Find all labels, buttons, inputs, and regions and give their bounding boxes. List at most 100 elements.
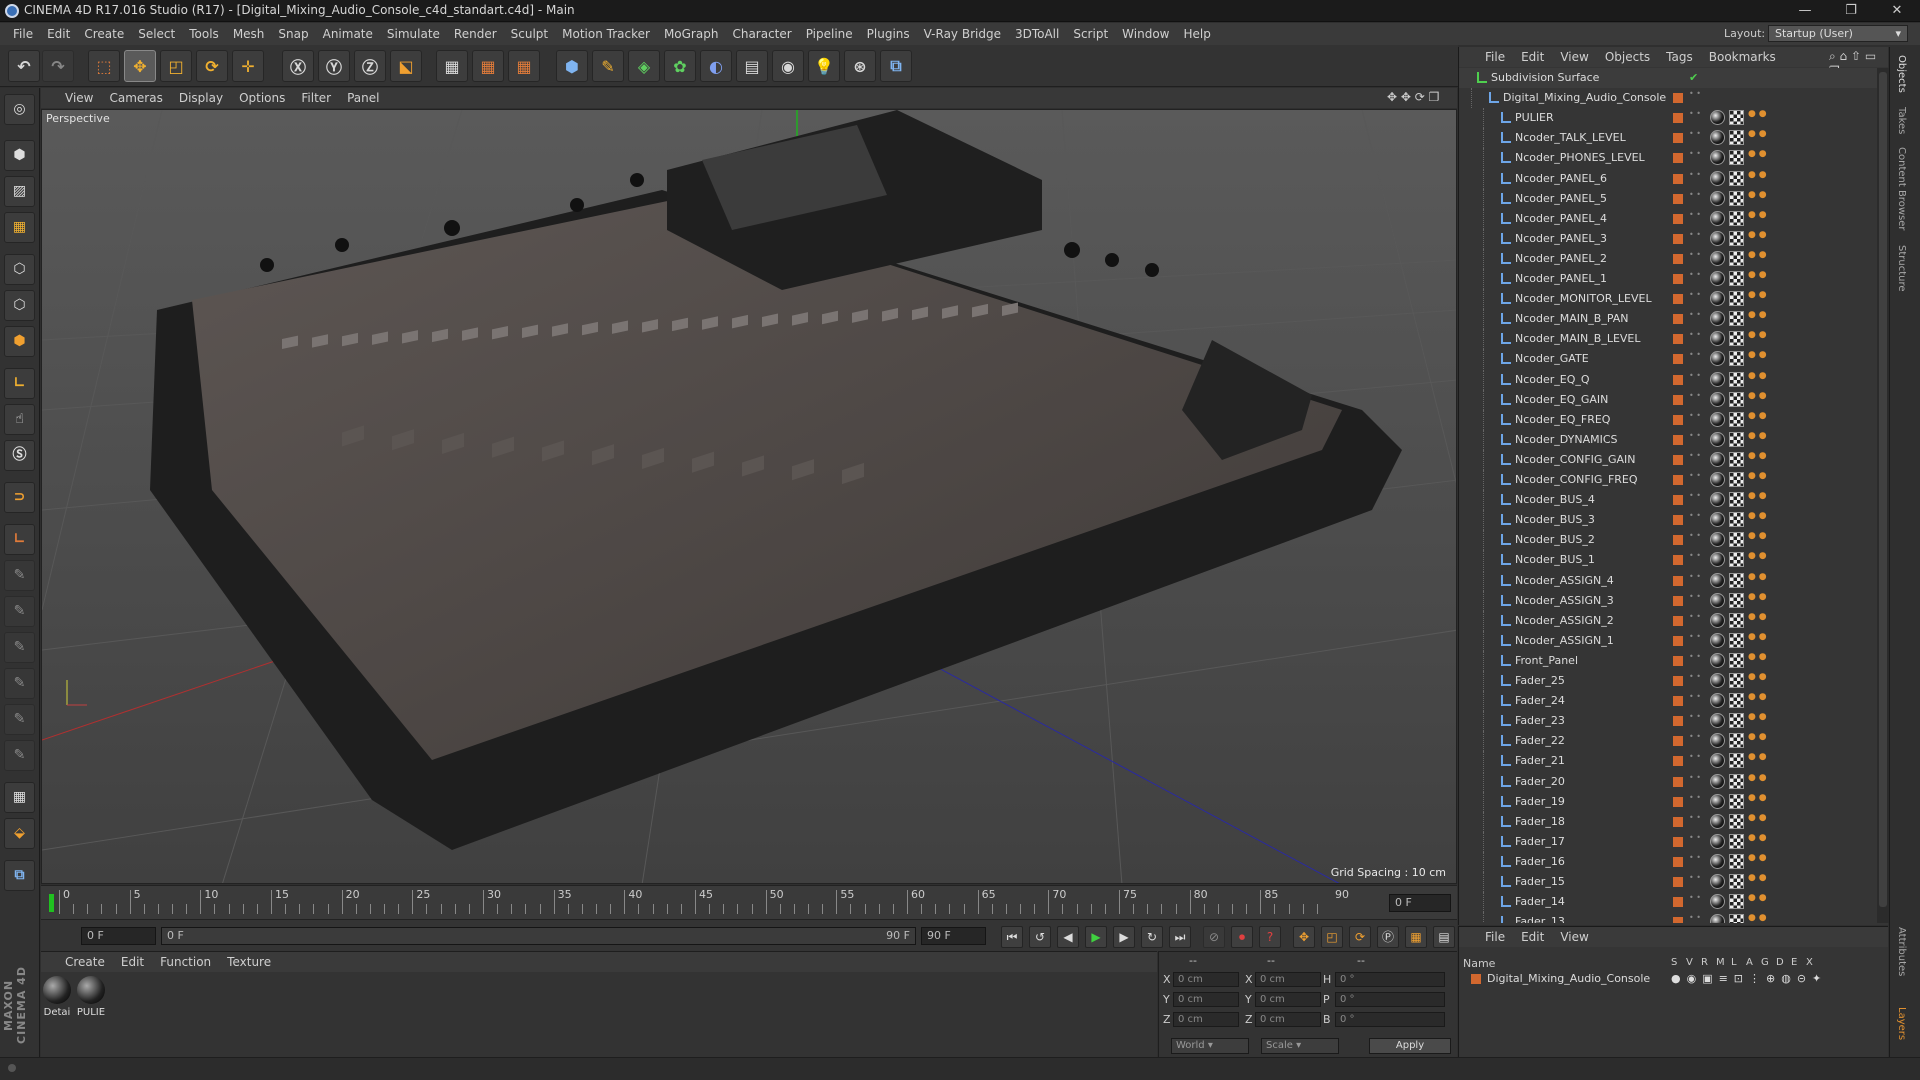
phong-tag-icon[interactable]: ● ● [1748,673,1767,687]
uvw-tag-icon[interactable] [1729,130,1744,146]
visibility-dots-icon[interactable]: • • [1689,391,1701,407]
object-menu-objects[interactable]: Objects [1605,50,1650,64]
render-picture-viewer-icon[interactable]: ▦ [472,50,504,82]
visibility-dots-icon[interactable]: • • [1689,733,1701,748]
cube-object-icon[interactable]: ⬢ [556,50,588,82]
visibility-dots-icon[interactable]: • • [1689,693,1701,708]
visibility-dots-icon[interactable]: • • [1689,874,1701,889]
uvw-tag-icon[interactable] [1729,773,1744,789]
object-row[interactable]: Ncoder_ASSIGN_2 • • ● ● [1459,610,1877,631]
menu-select[interactable]: Select [138,27,175,41]
visibility-dots-icon[interactable]: • • [1689,110,1701,125]
object-row[interactable]: Ncoder_PANEL_6 • • ● ● [1459,168,1877,189]
coord-value-field[interactable]: 0 cm [1173,972,1239,987]
coord-value-field[interactable]: 0 cm [1173,1012,1239,1027]
phong-tag-icon[interactable]: ● ● [1748,853,1767,868]
phong-tag-icon[interactable]: ● ● [1748,110,1767,124]
pinch-brush-icon[interactable]: ✎ [4,704,35,735]
object-row[interactable]: Front_Panel • • ● ● [1459,650,1877,671]
menu-sculpt[interactable]: Sculpt [511,27,548,41]
viewport-menu-panel[interactable]: Panel [347,91,379,105]
phong-tag-icon[interactable]: ● ● [1748,652,1767,667]
uvw-tag-icon[interactable] [1729,793,1744,809]
make-editable-icon[interactable]: ◎ [4,94,35,125]
close-button[interactable]: ✕ [1874,0,1920,22]
layer-color-tag[interactable] [1673,756,1683,767]
menu-mograph[interactable]: MoGraph [664,27,719,41]
object-row[interactable]: Ncoder_MAIN_B_LEVEL • • ● ● [1459,329,1877,350]
layer-color-tag[interactable] [1673,595,1683,606]
max-frame-field[interactable]: 90 F [921,927,986,945]
uvw-tag-icon[interactable] [1729,673,1744,688]
layer-column-m[interactable]: M [1716,957,1731,968]
object-name[interactable]: Fader_25 [1515,674,1565,687]
visibility-dots-icon[interactable]: • • [1689,592,1701,608]
timeline-window-icon[interactable]: ▤ [1433,926,1455,948]
uvw-tag-icon[interactable] [1729,230,1744,246]
menu-edit[interactable]: Edit [47,27,70,41]
script-icon[interactable]: ⊛ [844,50,876,82]
object-row[interactable]: Fader_17 • • ● ● [1459,831,1877,852]
visibility-dots-icon[interactable]: • • [1689,170,1701,186]
visibility-dots-icon[interactable]: • • [1689,130,1701,145]
object-name[interactable]: Ncoder_PANEL_5 [1515,192,1607,205]
redo-icon[interactable]: ↷ [42,50,74,82]
uvw-tag-icon[interactable] [1729,391,1744,407]
uvw-tag-icon[interactable] [1729,532,1744,548]
layer-color-tag[interactable] [1673,696,1683,707]
uvw-tag-icon[interactable] [1729,110,1744,126]
object-name[interactable]: Subdivision Surface [1491,71,1599,84]
object-name[interactable]: Fader_22 [1515,734,1565,747]
layer-color-tag[interactable] [1673,253,1683,264]
layer-color-tag[interactable] [1673,796,1683,807]
object-name[interactable]: Ncoder_BUS_4 [1515,493,1595,506]
menu-animate[interactable]: Animate [323,27,373,41]
layer-column-g[interactable]: G [1761,957,1776,968]
object-row[interactable]: Fader_25 • • ● ● [1459,671,1877,691]
layer-column-s[interactable]: S [1671,957,1686,968]
object-menu-file[interactable]: File [1485,50,1505,64]
uvw-tag-icon[interactable] [1729,753,1744,769]
layout-select[interactable]: Startup (User) ▾ [1768,25,1908,42]
layer-color-tag[interactable] [1673,635,1683,646]
layer-color-tag[interactable] [1673,274,1683,284]
visibility-dots-icon[interactable]: • • [1689,652,1701,668]
layer-color-tag[interactable] [1673,776,1683,787]
menu-v-ray-bridge[interactable]: V-Ray Bridge [924,27,1001,41]
material-tag-icon[interactable] [1710,592,1725,608]
pen-spline-icon[interactable]: ✎ [592,50,624,82]
phong-tag-icon[interactable]: ● ● [1748,733,1767,747]
record-keys-icon[interactable]: ⊘ [1203,926,1225,948]
object-row[interactable]: Ncoder_EQ_FREQ • • ● ● [1459,409,1877,430]
timeline-frame-field[interactable]: 0 F [1389,894,1451,912]
size-mode-select[interactable]: Scale ▾ [1261,1038,1339,1054]
object-name[interactable]: Fader_21 [1515,754,1565,767]
deformer-icon[interactable]: ◐ [700,50,732,82]
object-name[interactable]: Fader_20 [1515,775,1565,788]
layer-color-tag[interactable] [1673,354,1683,365]
phong-tag-icon[interactable]: ● ● [1748,713,1767,727]
move-tool-icon[interactable]: ✥ [124,50,156,82]
z-axis-lock-icon[interactable]: Ⓩ [354,50,386,82]
menu-file[interactable]: File [13,27,33,41]
object-menu-edit[interactable]: Edit [1521,50,1544,64]
layer-column-r[interactable]: R [1701,957,1716,968]
object-name[interactable]: Ncoder_ASSIGN_4 [1515,574,1614,587]
material-tag-icon[interactable] [1710,853,1725,869]
object-name[interactable]: Ncoder_PANEL_2 [1515,252,1607,265]
tab-layers[interactable]: Layers [1896,1007,1907,1040]
layer-color-tag[interactable] [1673,676,1683,686]
phong-tag-icon[interactable]: ● ● [1748,914,1767,923]
object-name[interactable]: Ncoder_ASSIGN_1 [1515,634,1614,647]
coordinate-mode-select[interactable]: World ▾ [1171,1038,1249,1054]
object-row[interactable]: Ncoder_BUS_4 • • ● ● [1459,490,1877,511]
visibility-dots-icon[interactable]: • • [1689,673,1701,688]
visibility-dots-icon[interactable]: • • [1689,512,1701,527]
object-row[interactable]: Fader_14 • • ● ● [1459,892,1877,913]
material-tag-icon[interactable] [1710,512,1725,528]
object-row[interactable]: Ncoder_ASSIGN_3 • • ● ● [1459,590,1877,611]
material-tag-icon[interactable] [1710,451,1725,467]
object-name[interactable]: Front_Panel [1515,654,1578,667]
phong-tag-icon[interactable]: ● ● [1748,612,1767,627]
visibility-dots-icon[interactable]: • • [1689,331,1701,346]
